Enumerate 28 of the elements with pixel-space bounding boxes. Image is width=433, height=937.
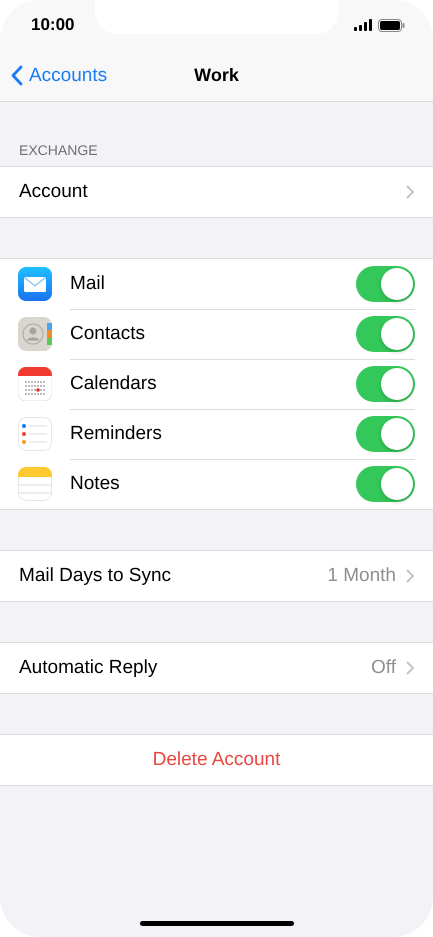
setting-row[interactable]: Automatic Reply Off xyxy=(0,643,433,693)
chevron-icon xyxy=(406,661,415,675)
toggle-switch[interactable] xyxy=(356,366,415,402)
section-header: EXCHANGE xyxy=(18,141,99,160)
envelope-icon xyxy=(18,267,52,301)
chevron-icon xyxy=(406,185,415,199)
battery-icon xyxy=(378,18,405,32)
service-label: Reminders xyxy=(70,422,163,444)
toggle-switch[interactable] xyxy=(356,416,415,452)
back-link[interactable]: Accounts xyxy=(0,64,108,86)
page-title: Work xyxy=(194,65,239,86)
toggle-switch[interactable] xyxy=(356,466,415,502)
chevron-icon xyxy=(406,569,415,583)
toggle-switch[interactable] xyxy=(356,266,415,302)
back-chevron-icon xyxy=(10,65,23,86)
person-icon xyxy=(18,317,52,351)
notepad-icon xyxy=(18,467,52,501)
account-row[interactable]: Account xyxy=(0,167,433,217)
toggle-switch[interactable] xyxy=(356,316,415,352)
list-icon xyxy=(18,417,52,451)
status-time: 10:00 xyxy=(31,15,74,35)
service-label: Contacts xyxy=(70,322,146,344)
setting-row[interactable]: Mail Days to Sync 1 Month xyxy=(0,551,433,601)
service-label: Calendars xyxy=(70,372,158,394)
signal-icon xyxy=(354,19,372,31)
service-label: Notes xyxy=(70,473,121,495)
calendar-icon xyxy=(18,367,52,401)
service-label: Mail xyxy=(70,272,106,294)
